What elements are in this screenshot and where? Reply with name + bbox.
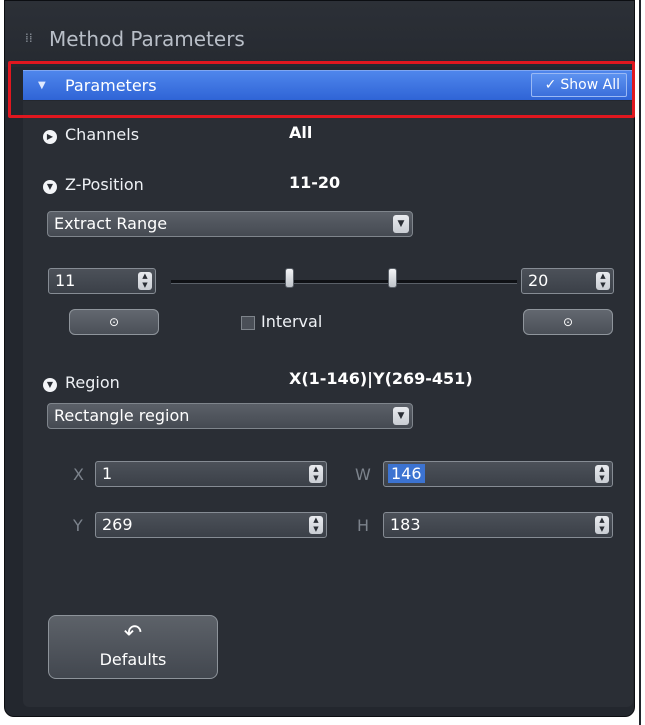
z-range-slider[interactable]: [171, 280, 517, 284]
defaults-button[interactable]: ↶ Defaults: [48, 615, 218, 679]
stepper-arrows-icon[interactable]: ▲ ▼: [595, 516, 609, 534]
z-start-stepper[interactable]: 11 ▲ ▼: [48, 268, 156, 294]
w-value: 146: [388, 464, 425, 483]
h-field[interactable]: 183 ▲ ▼: [383, 512, 613, 538]
region-shape-value: Rectangle region: [54, 406, 190, 425]
z-end-value: 20: [528, 271, 549, 290]
h-label: H: [357, 516, 370, 535]
highlight-box: [8, 61, 635, 118]
channels-value: All: [289, 123, 313, 142]
stepper-arrows-icon[interactable]: ▲ ▼: [138, 272, 152, 290]
chevron-down-icon: ▼: [393, 407, 409, 425]
chevron-down-icon: ▼: [393, 215, 409, 233]
w-field[interactable]: 146 ▲ ▼: [383, 461, 613, 487]
collapse-arrow-icon[interactable]: ▼: [43, 378, 57, 392]
interval-checkbox[interactable]: [241, 316, 255, 330]
grip-icon[interactable]: ⁞⁞: [25, 31, 33, 45]
defaults-label: Defaults: [99, 650, 167, 669]
h-value: 183: [390, 515, 421, 534]
method-parameters-header[interactable]: ⁞⁞ Method Parameters: [5, 1, 634, 67]
undo-icon: ↶: [123, 621, 143, 646]
slider-high-handle[interactable]: [388, 268, 397, 288]
stepper-arrows-icon[interactable]: ▲ ▼: [596, 272, 610, 290]
parameters-content: ▶ Channels All ▼ Z-Position 11-20 Extrac…: [23, 101, 633, 707]
z-position-label: Z-Position: [65, 175, 144, 194]
w-label: W: [355, 465, 371, 484]
x-label: X: [73, 465, 84, 484]
x-value: 1: [102, 464, 113, 483]
y-label: Y: [73, 516, 83, 535]
interval-label: Interval: [261, 312, 323, 331]
x-field[interactable]: 1 ▲ ▼: [95, 461, 327, 487]
region-value: X(1-146)|Y(269-451): [289, 369, 473, 388]
z-end-stepper[interactable]: 20 ▲ ▼: [521, 268, 614, 294]
set-end-button[interactable]: ⊙: [523, 309, 613, 335]
set-start-button[interactable]: ⊙: [69, 309, 159, 335]
target-icon: ⊙: [108, 315, 120, 329]
window-right-edge: [639, 0, 641, 725]
method-parameters-title: Method Parameters: [49, 27, 245, 51]
channels-label: Channels: [65, 125, 140, 144]
y-field[interactable]: 269 ▲ ▼: [95, 512, 327, 538]
z-position-value: 11-20: [289, 173, 341, 192]
collapse-arrow-icon[interactable]: ▼: [43, 180, 57, 194]
slider-low-handle[interactable]: [285, 268, 294, 288]
z-start-value: 11: [55, 271, 76, 290]
target-icon: ⊙: [562, 315, 574, 329]
region-shape-dropdown[interactable]: Rectangle region ▼: [47, 403, 413, 429]
stepper-arrows-icon[interactable]: ▲ ▼: [309, 465, 323, 483]
stepper-arrows-icon[interactable]: ▲ ▼: [309, 516, 323, 534]
extract-range-value: Extract Range: [54, 214, 168, 233]
extract-range-dropdown[interactable]: Extract Range ▼: [47, 211, 413, 237]
y-value: 269: [102, 515, 133, 534]
slider-ticks: [173, 287, 513, 289]
region-label: Region: [65, 373, 120, 392]
expand-arrow-icon[interactable]: ▶: [43, 130, 57, 144]
stepper-arrows-icon[interactable]: ▲ ▼: [595, 465, 609, 483]
